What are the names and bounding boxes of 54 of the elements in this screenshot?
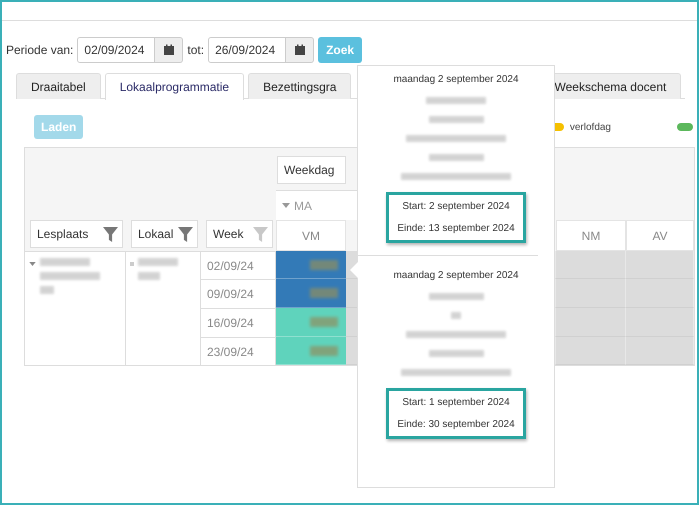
field-label: Week bbox=[213, 227, 244, 241]
blurred-text bbox=[428, 350, 484, 357]
column-header: NM bbox=[556, 220, 626, 251]
row-field-chip[interactable]: Lesplaats bbox=[30, 220, 123, 248]
legend-label: verlofdag bbox=[570, 122, 611, 132]
filter-icon[interactable] bbox=[178, 226, 193, 242]
blurred-text bbox=[138, 258, 178, 266]
calendar-button[interactable] bbox=[155, 37, 184, 63]
booking-cell[interactable] bbox=[276, 279, 346, 308]
blurred-text bbox=[138, 272, 160, 280]
blurred-text bbox=[451, 312, 461, 319]
booking-cell[interactable] bbox=[276, 308, 346, 337]
calendar-icon bbox=[162, 44, 175, 56]
column-header: AV bbox=[626, 220, 694, 251]
caret-icon[interactable] bbox=[282, 203, 290, 208]
blurred-text bbox=[40, 258, 90, 266]
blurred-text bbox=[428, 116, 484, 123]
period-to-label: tot: bbox=[187, 43, 204, 57]
booking-cell[interactable] bbox=[276, 337, 346, 365]
weekday-label: Weekdag bbox=[284, 163, 334, 177]
row-field-chip[interactable]: Lokaal bbox=[131, 220, 198, 248]
blurred-text bbox=[428, 293, 484, 300]
booking-cell[interactable] bbox=[276, 251, 346, 279]
date-field[interactable]: 02/09/2024 bbox=[77, 37, 156, 63]
column-header: VM bbox=[276, 220, 346, 251]
caret-icon[interactable] bbox=[29, 262, 36, 266]
entry-date: maandag 2 september 2024 bbox=[393, 270, 519, 281]
end-date: Einde: 30 september 2024 bbox=[397, 419, 515, 430]
bullet-icon bbox=[130, 262, 134, 266]
blurred-text bbox=[310, 317, 338, 327]
tab[interactable]: Draaitabel bbox=[16, 73, 101, 99]
start-date: Start: 2 september 2024 bbox=[402, 201, 510, 212]
start-date: Start: 1 september 2024 bbox=[402, 397, 510, 408]
blurred-text bbox=[428, 154, 484, 161]
period-from-label: Periode van: bbox=[6, 43, 74, 57]
day-label: MA bbox=[294, 198, 312, 212]
filter-icon[interactable] bbox=[103, 226, 118, 242]
blurred-text bbox=[310, 260, 338, 270]
date-field[interactable]: 26/09/2024 bbox=[208, 37, 286, 63]
calendar-button[interactable] bbox=[286, 37, 314, 63]
row-field-chip[interactable]: Week bbox=[206, 220, 273, 248]
blurred-text bbox=[426, 97, 486, 104]
tab[interactable]: Lokaalprogrammatie bbox=[104, 73, 244, 100]
entry-date: maandag 2 september 2024 bbox=[393, 74, 519, 85]
blurred-text bbox=[310, 288, 338, 298]
end-date: Einde: 13 september 2024 bbox=[397, 223, 515, 234]
tab[interactable]: Bezettingsgra bbox=[248, 73, 352, 99]
blurred-text bbox=[40, 286, 54, 294]
blurred-text bbox=[310, 346, 338, 356]
calendar-icon bbox=[294, 44, 306, 56]
field-label: Lokaal bbox=[138, 227, 174, 241]
field-label: Lesplaats bbox=[37, 227, 88, 241]
weekday-filter-chip[interactable]: Weekdag bbox=[277, 156, 346, 184]
blurred-text bbox=[40, 272, 100, 280]
